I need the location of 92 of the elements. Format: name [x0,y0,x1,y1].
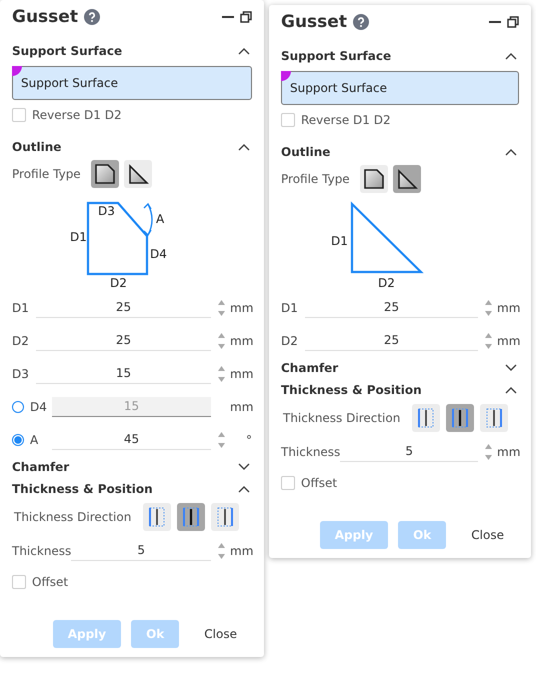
chevron-icon[interactable] [505,52,517,60]
field-label: Profile Type [281,172,350,186]
chevron-icon[interactable] [238,143,250,151]
unit-label: mm [497,444,519,458]
checkbox[interactable] [12,108,26,122]
direction-button[interactable] [177,503,206,531]
profile-button[interactable] [392,165,421,193]
field-label: Profile Type [12,167,81,181]
section-heading: Outline [12,140,62,154]
profile-button[interactable] [360,165,388,193]
section-heading: Outline [281,145,330,159]
profile-button[interactable] [124,160,152,188]
dimension-label: D3 [98,204,115,218]
restore-icon[interactable] [240,11,252,23]
section-heading: Support Surface [281,49,392,63]
section-heading: Support Surface [12,44,122,58]
help-icon[interactable] [352,14,369,30]
field-label: A [30,432,40,446]
unit-label: mm [230,400,252,414]
field-label: D2 [12,334,30,348]
plate-icon [416,407,436,429]
number-field[interactable]: 25 [36,330,211,350]
dimension-label: D4 [150,247,167,261]
radio-button[interactable] [12,400,24,412]
selection-field[interactable]: Support Surface [281,71,519,105]
selection-field[interactable]: Support Surface [12,66,252,100]
chevron-icon[interactable] [238,47,250,55]
field-label: D3 [12,366,30,380]
text-button[interactable]: Close [189,620,252,648]
plate-icon [450,407,470,429]
triangle-profile-icon [396,168,418,190]
checkbox-label: Reverse D1 D2 [32,108,122,122]
field-label: D1 [281,300,299,314]
number-field[interactable]: 25 [36,298,211,318]
plate-icon [484,407,504,429]
chevron-icon[interactable] [238,485,250,493]
checkbox-label: Reverse D1 D2 [301,113,391,127]
number-field[interactable]: 25 [305,330,478,350]
number-field[interactable]: 45 [52,430,211,450]
section-heading: Chamfer [281,361,338,375]
unit-label: mm [230,334,252,348]
plate-icon [215,506,236,528]
field-label: D2 [281,334,299,348]
section-heading: Thickness & Position [281,383,422,397]
text-button[interactable]: Close [456,521,519,549]
radio-button[interactable] [12,434,24,446]
unit-label: mm [497,334,519,348]
field-label: Thickness Direction [283,411,400,425]
restore-icon[interactable] [507,16,519,28]
number-field[interactable]: 5 [340,442,478,462]
checkbox[interactable] [281,476,295,490]
dimension-label: D2 [378,276,395,290]
unit-label: mm [497,300,519,314]
field-label: D1 [12,300,30,314]
number-field: 15 [52,396,211,416]
dialog-title: Gusset [12,7,78,27]
dimension-label: D2 [110,276,127,290]
checkbox[interactable] [281,113,295,127]
dimension-label: D1 [70,230,87,244]
number-field[interactable]: 15 [36,364,211,384]
chamfered-profile-icon [94,163,116,185]
dimension-label: A [156,212,164,226]
unit-label: mm [230,366,252,380]
triangle-profile-icon [126,163,149,185]
plate-icon [181,506,202,528]
field-label: Thickness Direction [14,510,132,524]
help-icon[interactable] [84,9,100,25]
unit-label: mm [230,300,252,314]
plate-icon [147,506,168,528]
chevron-icon[interactable] [505,386,517,394]
dimension-label: D1 [331,234,348,248]
minimize-icon[interactable] [222,15,234,19]
chevron-icon[interactable] [505,148,517,156]
number-field[interactable]: 5 [71,540,211,560]
field-label: Thickness [281,444,340,458]
direction-button[interactable] [446,404,474,432]
section-heading: Thickness & Position [12,482,153,496]
section-heading: Chamfer [12,460,70,474]
checkbox[interactable] [12,575,26,589]
field-label: Thickness [12,544,72,558]
unit-label: ° [245,432,252,446]
number-field[interactable]: 25 [305,298,478,318]
profile-button[interactable] [90,160,119,188]
unit-label: mm [230,544,252,558]
chamfered-profile-icon [362,168,385,190]
checkbox-label: Offset [32,575,68,589]
dialog-title: Gusset [281,12,347,32]
minimize-icon[interactable] [489,20,501,24]
chevron-icon[interactable] [238,463,250,471]
checkbox-label: Offset [301,476,338,490]
field-label: D4 [30,400,48,414]
chevron-icon[interactable] [505,364,517,372]
